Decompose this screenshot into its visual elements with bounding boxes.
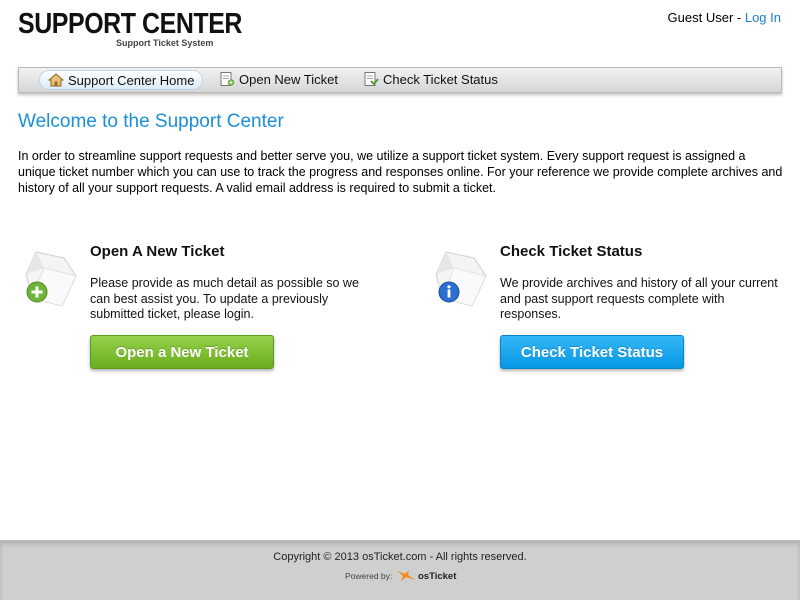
nav-item-check-ticket-status[interactable]: Check Ticket Status bbox=[355, 70, 506, 90]
login-link[interactable]: Log In bbox=[745, 10, 781, 25]
home-icon bbox=[48, 73, 64, 87]
page-header: SUPPORT CENTER Support Ticket System Gue… bbox=[0, 0, 800, 68]
powered-by-label: Powered by: bbox=[345, 571, 393, 581]
open-new-ticket-button[interactable]: Open a New Ticket bbox=[90, 335, 274, 369]
ticket-status-icon bbox=[364, 72, 379, 86]
intro-paragraph: In order to streamline support requests … bbox=[18, 149, 783, 195]
guest-user-label: Guest User - bbox=[667, 10, 745, 25]
new-ticket-plus-icon bbox=[25, 251, 77, 307]
logo-title[interactable]: SUPPORT CENTER bbox=[18, 8, 242, 41]
card-description: We provide archives and history of all y… bbox=[500, 276, 778, 321]
nav-item-open-new-ticket[interactable]: Open New Ticket bbox=[211, 70, 346, 90]
nav-item-label: Check Ticket Status bbox=[383, 72, 498, 87]
card-description: Please provide as much detail as possibl… bbox=[90, 276, 359, 321]
check-ticket-status-button[interactable]: Check Ticket Status bbox=[500, 335, 684, 369]
main-nav: Support Center Home Open New Ticket Chec… bbox=[18, 67, 782, 93]
new-ticket-icon bbox=[220, 72, 235, 86]
card-title: Open A New Ticket bbox=[90, 243, 225, 260]
nav-item-home[interactable]: Support Center Home bbox=[39, 70, 204, 90]
page-footer: Copyright © 2013 osTicket.com - All righ… bbox=[0, 540, 800, 600]
logo-subtitle: Support Ticket System bbox=[116, 38, 214, 48]
copyright-text: Copyright © 2013 osTicket.com - All righ… bbox=[273, 551, 527, 563]
nav-item-label: Open New Ticket bbox=[239, 72, 338, 87]
powered-by-name[interactable]: osTicket bbox=[418, 571, 456, 582]
page-title: Welcome to the Support Center bbox=[18, 111, 284, 132]
ticket-info-icon bbox=[435, 251, 487, 307]
user-info: Guest User - Log In bbox=[668, 10, 781, 25]
nav-item-label: Support Center Home bbox=[68, 73, 195, 88]
osticket-logo-icon[interactable] bbox=[395, 568, 417, 582]
card-title: Check Ticket Status bbox=[500, 243, 643, 260]
